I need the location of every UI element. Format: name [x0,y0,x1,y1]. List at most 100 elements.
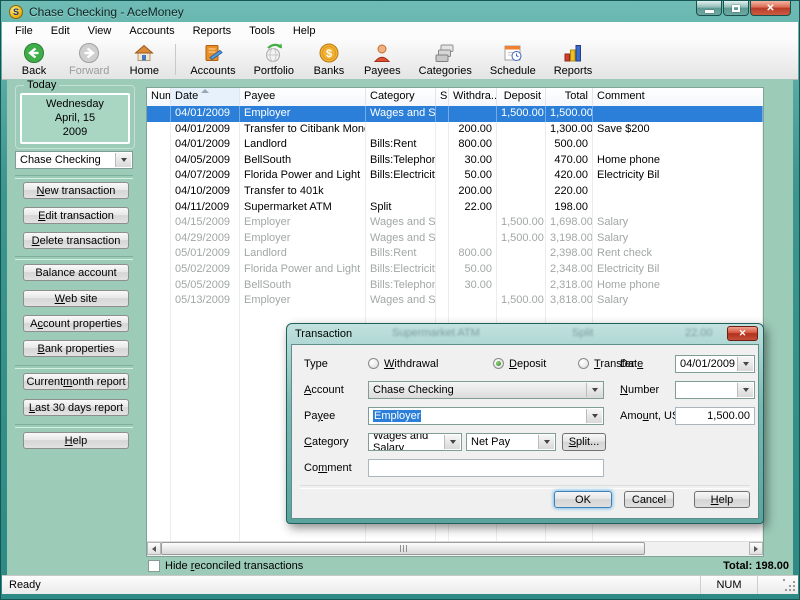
transfer-radio[interactable] [578,358,589,369]
column-header-withdrawal[interactable]: Withdra... [449,88,497,106]
deposit-radio-label[interactable]: Deposit [509,358,546,370]
cell-num [147,309,171,325]
help-button[interactable]: Help [23,432,129,449]
menu-reports[interactable]: Reports [184,23,241,39]
title-bar[interactable]: S Chase Checking - AceMoney ✕ [1,1,799,22]
menu-edit[interactable]: Edit [42,23,79,39]
web-site-button[interactable]: Web site [23,290,129,307]
deposit-radio[interactable] [493,358,504,369]
scrollbar-track[interactable] [161,542,749,556]
scrollbar-thumb[interactable] [161,542,645,555]
column-header-comment[interactable]: Comment [593,88,763,106]
hide-reconciled-checkbox[interactable] [148,560,160,572]
balance-account-button[interactable]: Balance account [23,264,129,281]
cell-withdrawal [449,293,497,309]
table-row[interactable]: 04/29/2009EmployerWages and S...1,500.00… [147,231,763,247]
date-picker[interactable]: 04/01/2009 [675,355,755,373]
column-header-s[interactable]: S [436,88,449,106]
account-dropdown[interactable]: Chase Checking [368,381,604,399]
menu-accounts[interactable]: Accounts [120,23,183,39]
column-header-date[interactable]: Date [171,88,240,106]
maximize-button[interactable] [723,1,749,16]
today-weekday: Wednesday [22,97,128,111]
subcategory-dropdown[interactable]: Net Pay [466,433,556,451]
edit-transaction-button[interactable]: Edit transaction [23,207,129,224]
delete-transaction-button[interactable]: Delete transaction [23,232,129,249]
status-bar: Ready NUM [2,575,798,594]
column-header-payee[interactable]: Payee [240,88,366,106]
horizontal-scrollbar[interactable] [147,541,763,556]
menu-view[interactable]: View [79,23,121,39]
scroll-left-button[interactable] [147,542,161,555]
account-properties-button[interactable]: Account properties [23,315,129,332]
cell-date: 04/01/2009 [171,106,240,122]
table-row[interactable]: 04/05/2009BellSouthBills:Telephone30.004… [147,153,763,169]
table-row[interactable]: 05/13/2009EmployerWages and S...1,500.00… [147,293,763,309]
today-date-panel: Wednesday April, 15 2009 [20,93,130,144]
minimize-button[interactable] [696,1,722,16]
last-30-days-report-button[interactable]: Last 30 days report [23,399,129,416]
payee-combobox[interactable]: Employer [368,407,604,425]
accounts-button[interactable]: Accounts [181,40,244,79]
cell-num [147,278,171,294]
column-header-deposit[interactable]: Deposit [497,88,546,106]
cell-date [171,496,240,512]
cell-withdrawal: 200.00 [449,184,497,200]
column-header-total[interactable]: Total [546,88,593,106]
reports-button[interactable]: Reports [545,40,602,79]
table-row[interactable]: 05/05/2009BellSouthBills:Telephone30.002… [147,278,763,294]
cell-comment [593,309,763,325]
home-button[interactable]: Home [118,40,170,79]
column-header-category[interactable]: Category [366,88,436,106]
cell-withdrawal: 30.00 [449,153,497,169]
menu-file[interactable]: File [6,23,42,39]
cell-withdrawal: 30.00 [449,278,497,294]
table-row[interactable]: 04/15/2009EmployerWages and S...1,500.00… [147,215,763,231]
schedule-button[interactable]: Schedule [481,40,545,79]
payees-button[interactable]: Payees [355,40,410,79]
withdrawal-radio[interactable] [368,358,379,369]
cell-num [147,402,171,418]
portfolio-button[interactable]: Portfolio [245,40,303,79]
cell-total: 1,500.00 [546,106,593,122]
cancel-button[interactable]: Cancel [624,491,674,508]
cell-date: 04/15/2009 [171,215,240,231]
table-row[interactable]: 05/02/2009Florida Power and LightBills:E… [147,262,763,278]
table-row[interactable]: 04/01/2009Transfer to Citibank Mone...20… [147,122,763,138]
column-header-num[interactable]: Num [147,88,171,106]
table-row[interactable]: 04/07/2009Florida Power and LightBills:E… [147,168,763,184]
comment-field[interactable] [368,459,604,477]
cell-date [171,371,240,387]
dialog-title-bar[interactable]: Transaction Supermarket ATM Split 22.00 … [287,324,763,344]
account-selector[interactable]: Chase Checking [15,151,133,169]
split-button[interactable]: Split... [562,433,606,451]
table-row[interactable]: 04/10/2009Transfer to 401k200.00220.00 [147,184,763,200]
dialog-close-button[interactable]: ✕ [727,326,758,341]
bank-properties-button[interactable]: Bank properties [23,340,129,357]
new-transaction-button[interactable]: New transaction [23,182,129,199]
help-button-dialog[interactable]: Help [694,491,750,508]
forward-button[interactable]: Forward [60,40,118,79]
table-row[interactable]: 05/01/2009LandlordBills:Rent800.002,398.… [147,246,763,262]
close-button[interactable]: ✕ [750,1,791,16]
current-month-report-button[interactable]: Current month report [23,373,129,390]
table-row[interactable]: 04/01/2009LandlordBills:Rent800.00500.00 [147,137,763,153]
chevron-down-icon [115,153,131,167]
scroll-right-button[interactable] [749,542,763,555]
menu-tools[interactable]: Tools [240,23,284,39]
table-row[interactable]: 04/11/2009Supermarket ATMSplit22.00198.0… [147,200,763,216]
withdrawal-radio-label[interactable]: Withdrawal [384,358,438,370]
menu-help[interactable]: Help [284,23,325,39]
amount-field[interactable]: 1,500.00 [675,407,755,425]
category-dropdown[interactable]: Wages and Salary [368,433,462,451]
table-row[interactable]: 04/01/2009EmployerWages and S...1,500.00… [147,106,763,122]
back-button[interactable]: Back [8,40,60,79]
categories-button[interactable]: Categories [410,40,481,79]
cell-num [147,356,171,372]
ok-button[interactable]: OK [554,491,612,508]
number-dropdown[interactable] [675,381,755,399]
scroll-left-icon [152,546,156,552]
resize-grip[interactable] [783,579,797,593]
today-groupbox: Today Wednesday April, 15 2009 [15,85,135,149]
banks-button[interactable]: $ Banks [303,40,355,79]
